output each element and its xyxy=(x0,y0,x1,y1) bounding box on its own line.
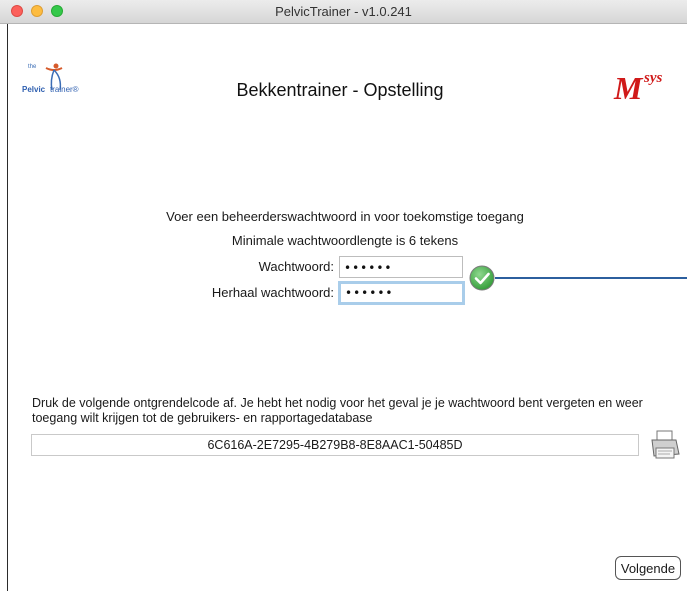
logo-pelvic-text: Pelvic xyxy=(22,85,46,94)
connector-line xyxy=(495,277,687,279)
pelvic-trainer-logo: the Pelvic trainer® xyxy=(18,63,90,104)
window-titlebar[interactable]: PelvicTrainer - v1.0.241 xyxy=(0,0,687,24)
printer-icon[interactable] xyxy=(648,428,682,462)
page-title: Bekkentrainer - Opstelling xyxy=(236,80,444,100)
unlock-code-description: Druk de volgende ontgrendelcode af. Je h… xyxy=(32,396,643,425)
password-instruction: Voer een beheerderswachtwoord in voor to… xyxy=(166,209,524,224)
msys-logo-m: M xyxy=(614,70,643,106)
check-circle-icon xyxy=(469,265,495,291)
window-left-border xyxy=(7,24,8,591)
password-min-length-note: Minimale wachtwoordlengte is 6 tekens xyxy=(231,233,459,248)
logo-trainer-text: trainer® xyxy=(50,85,79,94)
repeat-password-label: Herhaal wachtwoord: xyxy=(211,285,334,300)
password-input[interactable]: •••••• xyxy=(339,256,463,278)
logo-the-text: the xyxy=(28,64,37,70)
msys-logo: M sys xyxy=(614,70,684,106)
unlock-code-field[interactable]: 6C616A-2E7295-4B279B8-8E8AAC1-50485D xyxy=(31,434,639,456)
repeat-password-input[interactable]: •••••• xyxy=(338,281,465,305)
window-title: PelvicTrainer - v1.0.241 xyxy=(275,4,412,19)
password-label: Wachtwoord: xyxy=(258,259,334,274)
next-button[interactable]: Volgende xyxy=(615,556,681,580)
msys-logo-sys: sys xyxy=(644,70,663,86)
